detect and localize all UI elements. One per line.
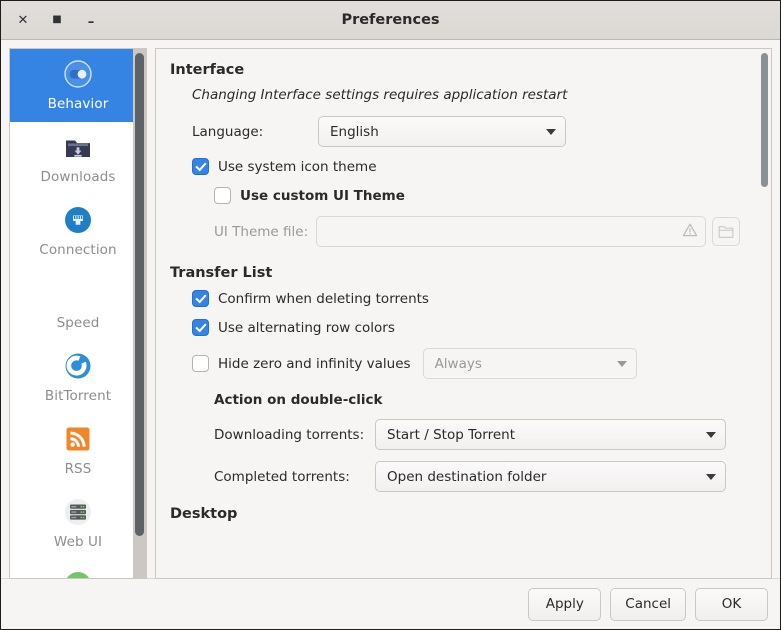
sidebar-item-label: Behavior — [47, 96, 109, 112]
downloading-torrents-select[interactable]: Start / Stop Torrent — [375, 419, 726, 450]
rss-feed-icon — [61, 422, 95, 456]
ui-theme-file-input[interactable] — [316, 216, 706, 247]
sidebar-item-bittorrent[interactable]: BitTorrent — [10, 341, 146, 414]
hide-zero-infinity-checkbox[interactable]: Hide zero and infinity values — [192, 355, 411, 372]
checkbox-label: Use system icon theme — [218, 158, 377, 175]
ui-theme-file-label: UI Theme file: — [214, 223, 309, 240]
subsection-title-action-double-click: Action on double-click — [214, 392, 383, 408]
completed-torrents-label: Completed torrents: — [214, 468, 350, 485]
sidebar-item-label: BitTorrent — [44, 388, 112, 404]
minimize-icon[interactable]: – — [77, 6, 105, 34]
speed-icon — [61, 276, 95, 310]
sidebar-item-label: RSS — [64, 461, 92, 477]
section-title-interface: Interface — [170, 62, 245, 78]
download-folder-icon — [61, 130, 95, 164]
sidebar-item-connection[interactable]: Connection — [10, 195, 146, 268]
window-body: Behavior Downloads Connection Speed BitT… — [1, 40, 780, 579]
checkbox-indicator[interactable] — [192, 319, 209, 336]
chevron-down-icon — [706, 473, 716, 480]
action-double-click-group: Action on double-click Downloading torre… — [192, 392, 744, 492]
chevron-down-icon — [546, 128, 556, 135]
checkbox-label: Use alternating row colors — [218, 319, 395, 336]
sidebar-item-label: Speed — [56, 315, 100, 331]
completed-torrents-select[interactable]: Open destination folder — [375, 461, 726, 492]
sidebar-item-rss[interactable]: RSS — [10, 414, 146, 487]
section-title-desktop: Desktop — [170, 506, 238, 522]
transfer-list-group: Confirm when deleting torrents Use alter… — [170, 290, 744, 492]
settings-scrollbar-thumb[interactable] — [761, 53, 768, 187]
sidebar-item-speed[interactable]: Speed — [10, 268, 146, 341]
ethernet-port-icon — [61, 203, 95, 237]
section-title-transfer-list: Transfer List — [170, 265, 273, 281]
bittorrent-icon — [61, 349, 95, 383]
ui-theme-file-row: UI Theme file: — [192, 216, 744, 247]
use-custom-ui-theme-checkbox[interactable]: Use custom UI Theme — [192, 187, 744, 204]
checkbox-label: Confirm when deleting torrents — [218, 290, 429, 307]
alternating-rows-checkbox[interactable]: Use alternating row colors — [192, 319, 744, 336]
sidebar-item-web-ui[interactable]: Web UI — [10, 487, 146, 560]
use-system-icon-theme-checkbox[interactable]: Use system icon theme — [192, 158, 744, 175]
downloading-torrents-label: Downloading torrents: — [214, 426, 365, 443]
chevron-down-icon — [706, 431, 716, 438]
checkbox-indicator[interactable] — [214, 187, 231, 204]
apply-button[interactable]: Apply — [528, 587, 602, 621]
chevron-down-icon — [616, 360, 627, 367]
settings-panel: Interface Changing Interface settings re… — [155, 48, 772, 579]
ui-theme-browse-button[interactable] — [712, 217, 740, 246]
sidebar: Behavior Downloads Connection Speed BitT… — [9, 48, 147, 579]
checkbox-label: Use custom UI Theme — [240, 187, 405, 204]
downloading-torrents-value: Start / Stop Torrent — [387, 426, 516, 443]
sidebar-list: Behavior Downloads Connection Speed BitT… — [10, 49, 146, 578]
hide-zero-infinity-row: Hide zero and infinity values Always — [192, 348, 744, 379]
server-rack-icon — [61, 495, 95, 529]
restart-note: Changing Interface settings requires app… — [192, 87, 568, 103]
warning-triangle-icon — [682, 222, 698, 242]
language-row: Language: English — [192, 116, 744, 147]
checkbox-indicator[interactable] — [192, 158, 209, 175]
language-value: English — [330, 123, 379, 140]
completed-torrents-value: Open destination folder — [387, 468, 547, 485]
settings-content: Interface Changing Interface settings re… — [156, 49, 758, 578]
sidebar-scrollbar[interactable] — [133, 49, 146, 578]
hide-zero-infinity-select[interactable]: Always — [422, 348, 637, 379]
settings-scrollbar[interactable] — [758, 49, 771, 578]
interface-group: Changing Interface settings requires app… — [170, 87, 744, 247]
close-icon[interactable]: ✕ — [9, 6, 37, 34]
language-label: Language: — [192, 123, 264, 140]
checkbox-indicator[interactable] — [192, 290, 209, 307]
confirm-deleting-checkbox[interactable]: Confirm when deleting torrents — [192, 290, 744, 307]
toggle-switch-icon — [61, 57, 95, 91]
sidebar-item-advanced[interactable]: Advanced — [10, 560, 146, 578]
green-gear-icon — [61, 568, 95, 578]
sidebar-item-label: Downloads — [40, 169, 116, 185]
checkbox-label: Hide zero and infinity values — [218, 355, 411, 372]
maximize-icon[interactable]: ■ — [43, 6, 71, 34]
window-controls: ✕ ■ – — [1, 6, 105, 34]
sidebar-item-label: Web UI — [53, 534, 103, 550]
downloading-torrents-row: Downloading torrents: Start / Stop Torre… — [214, 419, 744, 450]
ok-button[interactable]: OK — [695, 587, 768, 621]
completed-torrents-row: Completed torrents: Open destination fol… — [214, 461, 744, 492]
folder-browse-icon — [718, 226, 734, 238]
title-bar: ✕ ■ – Preferences — [1, 1, 780, 40]
hide-zero-infinity-value: Always — [434, 355, 482, 372]
dialog-buttons: Apply Cancel OK — [1, 578, 780, 629]
language-select[interactable]: English — [318, 116, 566, 147]
sidebar-item-downloads[interactable]: Downloads — [10, 122, 146, 195]
preferences-window: ✕ ■ – Preferences Behavior Downloads Con… — [0, 0, 781, 630]
checkbox-indicator[interactable] — [192, 355, 209, 372]
sidebar-scrollbar-thumb[interactable] — [135, 53, 144, 536]
cancel-button[interactable]: Cancel — [610, 587, 686, 621]
window-title: Preferences — [341, 12, 440, 28]
sidebar-item-label: Connection — [39, 242, 117, 258]
sidebar-item-behavior[interactable]: Behavior — [10, 49, 146, 122]
